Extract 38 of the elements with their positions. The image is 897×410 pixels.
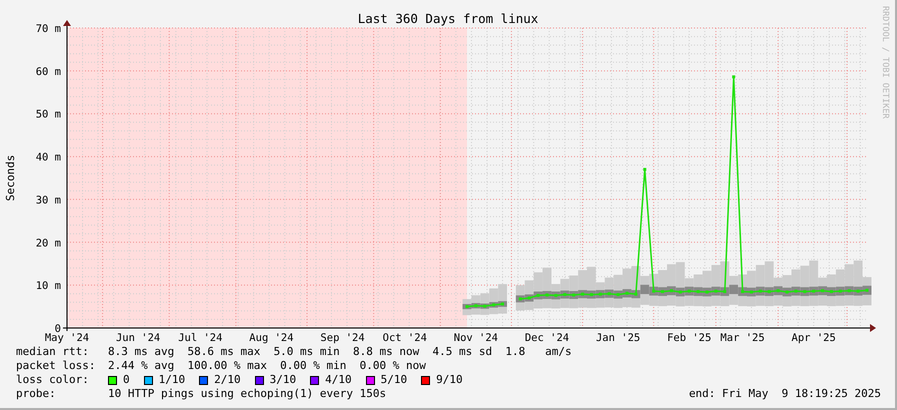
chart-title: Last 360 Days from linux <box>358 11 538 26</box>
y-tick-label: 60 m <box>36 66 61 78</box>
loss-color-label: 4/10 <box>325 373 352 387</box>
legend-label: packet loss: <box>16 359 96 373</box>
legend-text: 8.3 ms avg 58.6 ms max 5.0 ms min 8.8 ms now 4.5 ms sd 1.8 am/s <box>108 345 572 359</box>
x-tick-label: Feb '25 <box>667 332 712 344</box>
legend-label: loss color: <box>16 373 90 387</box>
x-tick-label: Jul '24 <box>178 332 222 344</box>
y-tick-label: 20 m <box>36 237 61 250</box>
legend-label: median rtt: <box>16 345 90 359</box>
y-tick-label: 30 m <box>36 194 61 206</box>
legend-label: probe: <box>16 387 57 401</box>
x-tick-label: Aug '24 <box>249 332 294 344</box>
x-tick-label: May '24 <box>44 332 90 344</box>
y-tick-label: 0 <box>54 323 61 335</box>
legend-text: 10 HTTP pings using echoping(1) every 150s <box>108 387 386 401</box>
x-tick-label: Jun '24 <box>116 332 160 344</box>
x-tick-label: Apr '25 <box>792 332 836 344</box>
loss-color-label: 2/10 <box>214 373 241 387</box>
x-tick-label: Oct '24 <box>382 332 427 344</box>
y-tick-label: 40 m <box>36 152 61 164</box>
x-tick-label: Sep '24 <box>320 332 365 344</box>
loss-color-label: 0 <box>123 373 130 387</box>
y-tick-label: 10 m <box>36 280 61 292</box>
loss-color-label: 5/10 <box>380 373 408 387</box>
end-time: end: Fri May 9 18:19:25 2025 <box>688 387 881 401</box>
y-tick-label: 70 m <box>36 23 61 35</box>
y-tick-label: 50 m <box>36 108 61 121</box>
x-tick-label: Mar '25 <box>720 332 765 344</box>
legend-text: 2.44 % avg 100.00 % max 0.00 % min 0.00 % now <box>108 359 426 373</box>
y-axis-title: Seconds <box>4 154 17 202</box>
loss-color-label: 3/10 <box>270 373 296 387</box>
loss-color-label: 1/10 <box>158 373 186 387</box>
rrdtool-credit: RRDTOOL / TOBI OETIKER <box>879 6 889 119</box>
x-tick-label: Dec '24 <box>524 332 570 344</box>
x-tick-label: Nov '24 <box>454 332 498 344</box>
loss-color-label: 9/10 <box>436 373 463 387</box>
x-tick-label: Jan '25 <box>596 332 640 344</box>
